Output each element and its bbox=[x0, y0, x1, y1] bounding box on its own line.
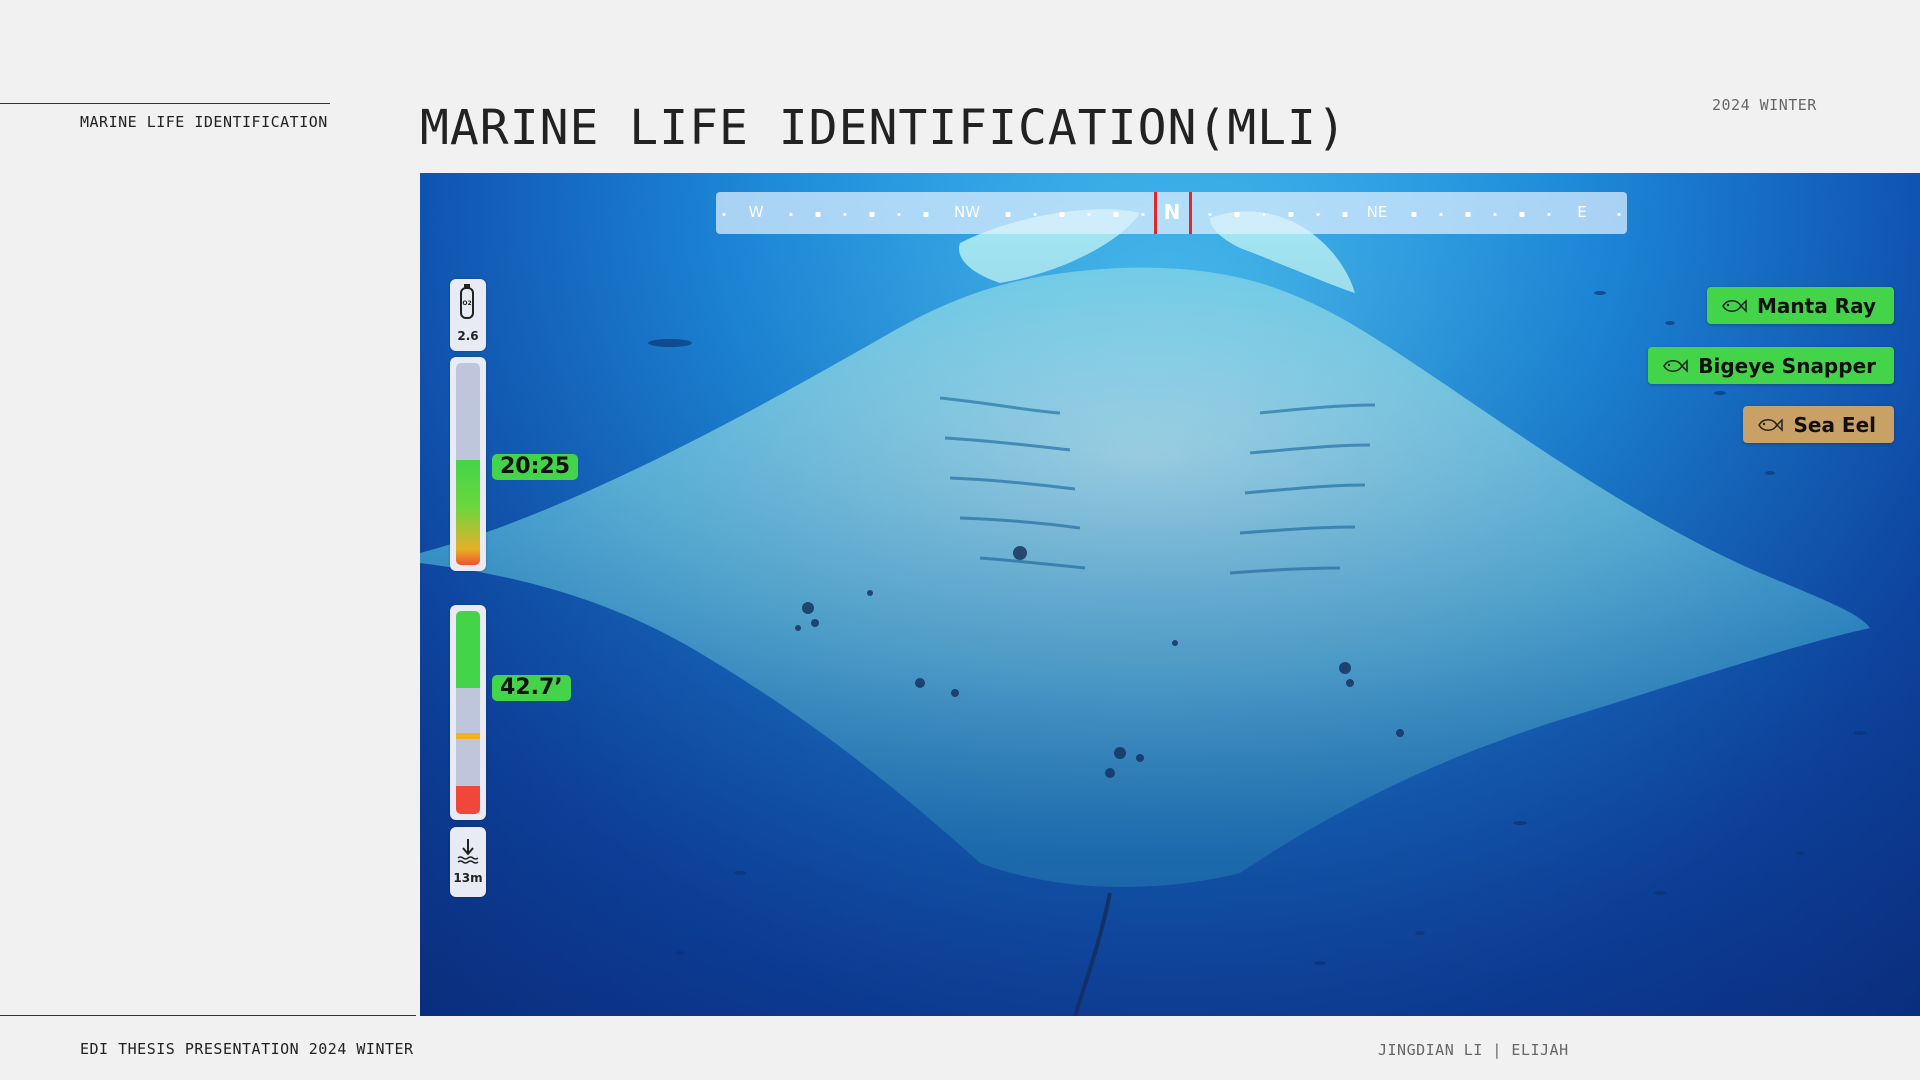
dive-time-fill bbox=[456, 459, 480, 565]
dive-time-bar bbox=[450, 357, 486, 571]
compass-tick bbox=[1288, 212, 1294, 217]
compass-tick bbox=[1234, 212, 1240, 217]
species-label: Bigeye Snapper bbox=[1698, 353, 1876, 378]
compass-tick bbox=[1411, 212, 1417, 217]
compass-tick bbox=[897, 213, 901, 216]
compass-tick bbox=[1617, 213, 1621, 216]
compass-label-ne: NE bbox=[1366, 203, 1388, 221]
species-label: Sea Eel bbox=[1793, 412, 1876, 437]
svg-text:O2: O2 bbox=[462, 300, 471, 307]
max-depth-value: 13m bbox=[453, 871, 483, 885]
depth-danger-zone bbox=[456, 785, 480, 814]
compass-tick bbox=[1493, 213, 1497, 216]
compass-tick bbox=[1547, 213, 1551, 216]
compass-tick bbox=[1087, 213, 1091, 216]
compass-tick bbox=[869, 212, 875, 217]
compass-label-nw: NW bbox=[953, 203, 981, 221]
compass-label-e: E bbox=[1577, 203, 1587, 221]
compass-label-w: W bbox=[748, 203, 764, 221]
max-depth-gauge: 13m bbox=[450, 827, 486, 897]
oxygen-tank-icon: O2 bbox=[460, 284, 474, 319]
compass-tick bbox=[1342, 212, 1348, 217]
dive-time-readout: 20:25 bbox=[492, 454, 579, 480]
manta-ray-illustration bbox=[420, 173, 1920, 1016]
compass-tick bbox=[1208, 213, 1212, 216]
compass-tick bbox=[843, 213, 847, 216]
footer-authors: JINGDIAN LI | ELIJAH bbox=[1378, 1041, 1569, 1059]
compass-tick bbox=[722, 213, 726, 216]
compass-needle-right bbox=[1189, 192, 1192, 234]
season-label: 2024 WINTER bbox=[1712, 96, 1817, 114]
depth-warning-marker bbox=[456, 732, 480, 739]
compass-tick bbox=[1005, 212, 1011, 217]
compass-needle-left bbox=[1154, 192, 1157, 234]
compass-tick bbox=[923, 212, 929, 217]
top-rule bbox=[0, 103, 330, 104]
depth-bar bbox=[450, 605, 486, 820]
compass-tick bbox=[1033, 213, 1037, 216]
compass-tick bbox=[1141, 213, 1145, 216]
compass-tick bbox=[1262, 213, 1266, 216]
tank-pressure-value: 2.6 bbox=[457, 329, 479, 343]
underwater-scene: W NW N NE E O2 2.6 20:25 42.7’ 13m Manta… bbox=[420, 173, 1920, 1016]
compass-tick bbox=[1113, 212, 1119, 217]
species-tag-bigeye-snapper[interactable]: Bigeye Snapper bbox=[1648, 347, 1894, 384]
compass-tick bbox=[1439, 213, 1443, 216]
species-tag-manta-ray[interactable]: Manta Ray bbox=[1707, 287, 1894, 324]
compass-tick bbox=[1059, 212, 1065, 217]
dive-depth-icon bbox=[457, 839, 479, 864]
compass-heading-bar: W NW N NE E bbox=[716, 192, 1627, 234]
footer-presentation-label: EDI THESIS PRESENTATION 2024 WINTER bbox=[80, 1040, 414, 1058]
fish-icon bbox=[1722, 298, 1747, 313]
compass-label-n: N bbox=[1163, 200, 1181, 224]
bottom-rule bbox=[0, 1015, 416, 1016]
compass-tick bbox=[1316, 213, 1320, 216]
section-label: MARINE LIFE IDENTIFICATION bbox=[80, 113, 328, 131]
fish-icon bbox=[1758, 417, 1784, 432]
oxygen-tank-gauge: O2 2.6 bbox=[450, 279, 486, 351]
depth-readout: 42.7’ bbox=[492, 675, 571, 701]
depth-fill bbox=[456, 611, 480, 689]
species-label: Manta Ray bbox=[1757, 293, 1876, 318]
species-tag-sea-eel[interactable]: Sea Eel bbox=[1743, 406, 1894, 443]
page-title: MARINE LIFE IDENTIFICATION(MLI) bbox=[420, 100, 1347, 156]
compass-tick bbox=[1519, 212, 1525, 217]
compass-tick bbox=[815, 212, 821, 217]
compass-tick bbox=[789, 213, 793, 216]
compass-tick bbox=[1465, 212, 1471, 217]
fish-icon bbox=[1663, 358, 1688, 373]
